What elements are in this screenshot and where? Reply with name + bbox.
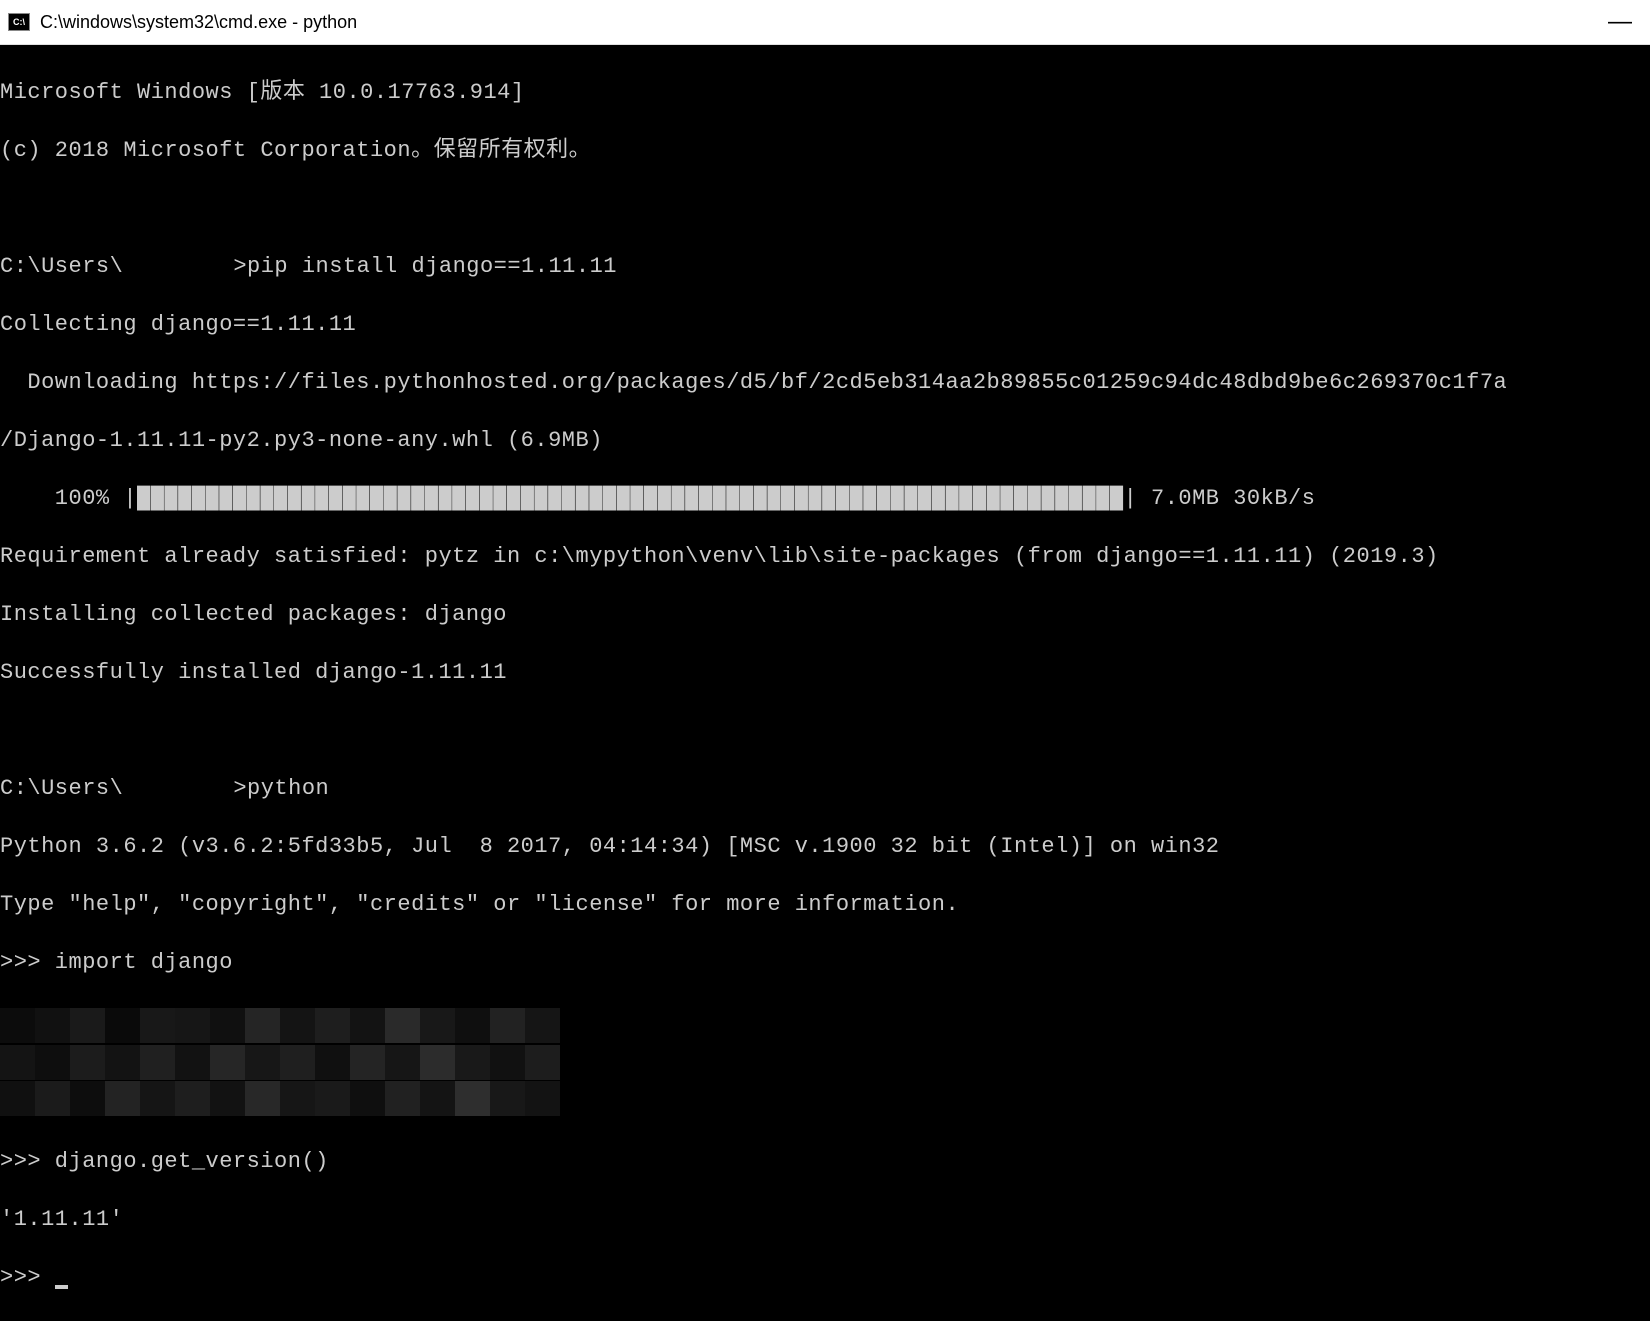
terminal-line: Requirement already satisfied: pytz in c…: [0, 542, 1650, 571]
terminal-line: (c) 2018 Microsoft Corporation。保留所有权利。: [0, 136, 1650, 165]
terminal-line: >>> import django: [0, 948, 1650, 977]
prompt-prefix: C:\Users\: [0, 254, 123, 279]
progress-prefix: 100% |: [0, 486, 137, 511]
terminal-line: Collecting django==1.11.11: [0, 310, 1650, 339]
terminal-line: >>> django.get_version(): [0, 1147, 1650, 1176]
cmd-icon: C:\: [8, 13, 30, 31]
prompt-prefix: C:\Users\: [0, 776, 123, 801]
terminal-line: >>>: [0, 1263, 1650, 1292]
terminal-line: Python 3.6.2 (v3.6.2:5fd33b5, Jul 8 2017…: [0, 832, 1650, 861]
terminal-line: C:\Users\ >python: [0, 774, 1650, 803]
terminal-line: Microsoft Windows [版本 10.0.17763.914]: [0, 78, 1650, 107]
terminal-line: Installing collected packages: django: [0, 600, 1650, 629]
window-titlebar: C:\ C:\windows\system32\cmd.exe - python…: [0, 0, 1650, 45]
terminal-line: [0, 716, 1650, 745]
terminal-line: Downloading https://files.pythonhosted.o…: [0, 368, 1650, 397]
terminal-line: C:\Users\ >pip install django==1.11.11: [0, 252, 1650, 281]
redacted-pixelated-block: [0, 1008, 580, 1118]
minimize-button[interactable]: —: [1608, 10, 1632, 34]
terminal-line: /Django-1.11.11-py2.py3-none-any.whl (6.…: [0, 426, 1650, 455]
terminal-line: 100% |██████████████████████████████████…: [0, 484, 1650, 513]
terminal-line: Type "help", "copyright", "credits" or "…: [0, 890, 1650, 919]
terminal-line: '1.11.11': [0, 1205, 1650, 1234]
window-title: C:\windows\system32\cmd.exe - python: [40, 12, 1608, 33]
redacted-username: [123, 255, 233, 277]
progress-bar: ████████████████████████████████████████…: [137, 486, 1124, 511]
progress-suffix: | 7.0MB 30kB/s: [1124, 486, 1316, 511]
terminal-output[interactable]: Microsoft Windows [版本 10.0.17763.914] (c…: [0, 45, 1650, 1321]
window-controls: —: [1608, 10, 1642, 34]
prompt-command: >pip install django==1.11.11: [233, 254, 617, 279]
terminal-line: Successfully installed django-1.11.11: [0, 658, 1650, 687]
redacted-username: [123, 777, 233, 799]
cursor: [55, 1285, 68, 1289]
terminal-line: [0, 194, 1650, 223]
repl-prompt: >>>: [0, 1265, 55, 1290]
prompt-command: >python: [233, 776, 329, 801]
